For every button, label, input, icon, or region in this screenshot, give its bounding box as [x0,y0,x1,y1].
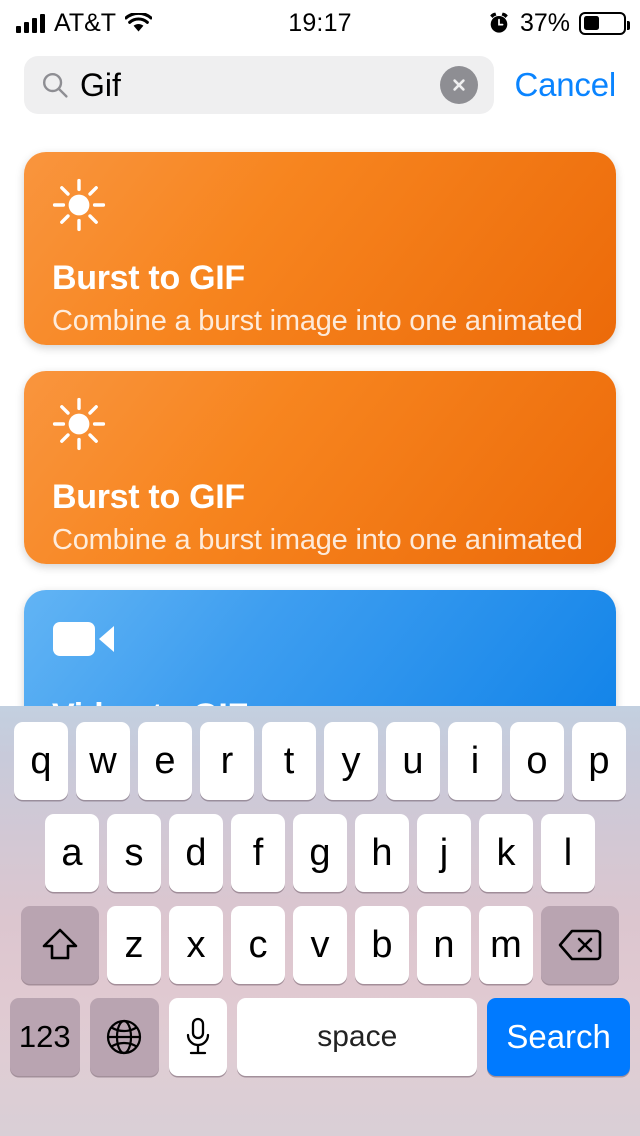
sun-icon [52,178,588,232]
search-results-list: Burst to GIF Combine a burst image into … [0,146,640,706]
battery-icon [579,11,630,35]
key-h[interactable]: h [355,814,409,892]
key-g[interactable]: g [293,814,347,892]
key-y[interactable]: y [324,722,378,800]
status-bar-right: 37% [487,8,630,38]
status-bar: AT&T 19:17 37% [0,0,640,46]
search-input[interactable]: Gif [80,69,440,101]
key-v[interactable]: v [293,906,347,984]
key-t[interactable]: t [262,722,316,800]
key-i[interactable]: i [448,722,502,800]
key-l[interactable]: l [541,814,595,892]
key-q[interactable]: q [14,722,68,800]
result-card-video-to-gif[interactable]: Video to GIF [24,590,616,706]
keyboard-row-1: qwertyuiop [0,722,640,800]
result-card-burst-to-gif-2[interactable]: Burst to GIF Combine a burst image into … [24,371,616,564]
search-field[interactable]: Gif [24,56,495,114]
microphone-icon[interactable] [169,998,228,1076]
video-camera-icon [52,616,588,670]
key-j[interactable]: j [417,814,471,892]
result-card-subtitle: Combine a burst image into one animated … [52,524,588,557]
key-d[interactable]: d [169,814,223,892]
numeric-switch-key[interactable]: 123 [10,998,80,1076]
alarm-clock-icon [487,11,511,35]
key-e[interactable]: e [138,722,192,800]
key-x[interactable]: x [169,906,223,984]
key-c[interactable]: c [231,906,285,984]
key-z[interactable]: z [107,906,161,984]
keyboard-row-4: 123 space Search [0,998,640,1076]
key-f[interactable]: f [231,814,285,892]
search-icon [40,70,70,100]
backspace-icon[interactable] [541,906,619,984]
key-w[interactable]: w [76,722,130,800]
battery-percent-label: 37% [519,8,570,37]
result-card-burst-to-gif-1[interactable]: Burst to GIF Combine a burst image into … [24,152,616,345]
iphone-screen: AT&T 19:17 37% Gif Cancel Burst to GIF C… [0,0,640,1136]
key-a[interactable]: a [45,814,99,892]
onscreen-keyboard: qwertyuiop asdfghjkl zxcvbnm 123 space S… [0,706,640,1136]
key-p[interactable]: p [572,722,626,800]
key-k[interactable]: k [479,814,533,892]
key-s[interactable]: s [107,814,161,892]
keyboard-row-2: asdfghjkl [0,814,640,892]
result-card-subtitle: Combine a burst image into one animated … [52,305,588,338]
key-b[interactable]: b [355,906,409,984]
key-o[interactable]: o [510,722,564,800]
shift-arrow-icon[interactable] [21,906,99,984]
keyboard-row-3: zxcvbnm [0,906,640,984]
globe-icon[interactable] [89,998,159,1076]
key-u[interactable]: u [386,722,440,800]
key-r[interactable]: r [200,722,254,800]
clear-circle-icon[interactable] [440,66,479,104]
result-card-title: Video to GIF [52,697,588,706]
sun-icon [52,397,588,451]
cancel-button[interactable]: Cancel [514,66,616,104]
search-return-key[interactable]: Search [487,998,630,1076]
result-card-title: Burst to GIF [52,478,245,516]
key-m[interactable]: m [479,906,533,984]
key-n[interactable]: n [417,906,471,984]
search-bar: Gif Cancel [0,54,640,116]
space-key[interactable]: space [237,998,478,1076]
result-card-title: Burst to GIF [52,259,245,297]
